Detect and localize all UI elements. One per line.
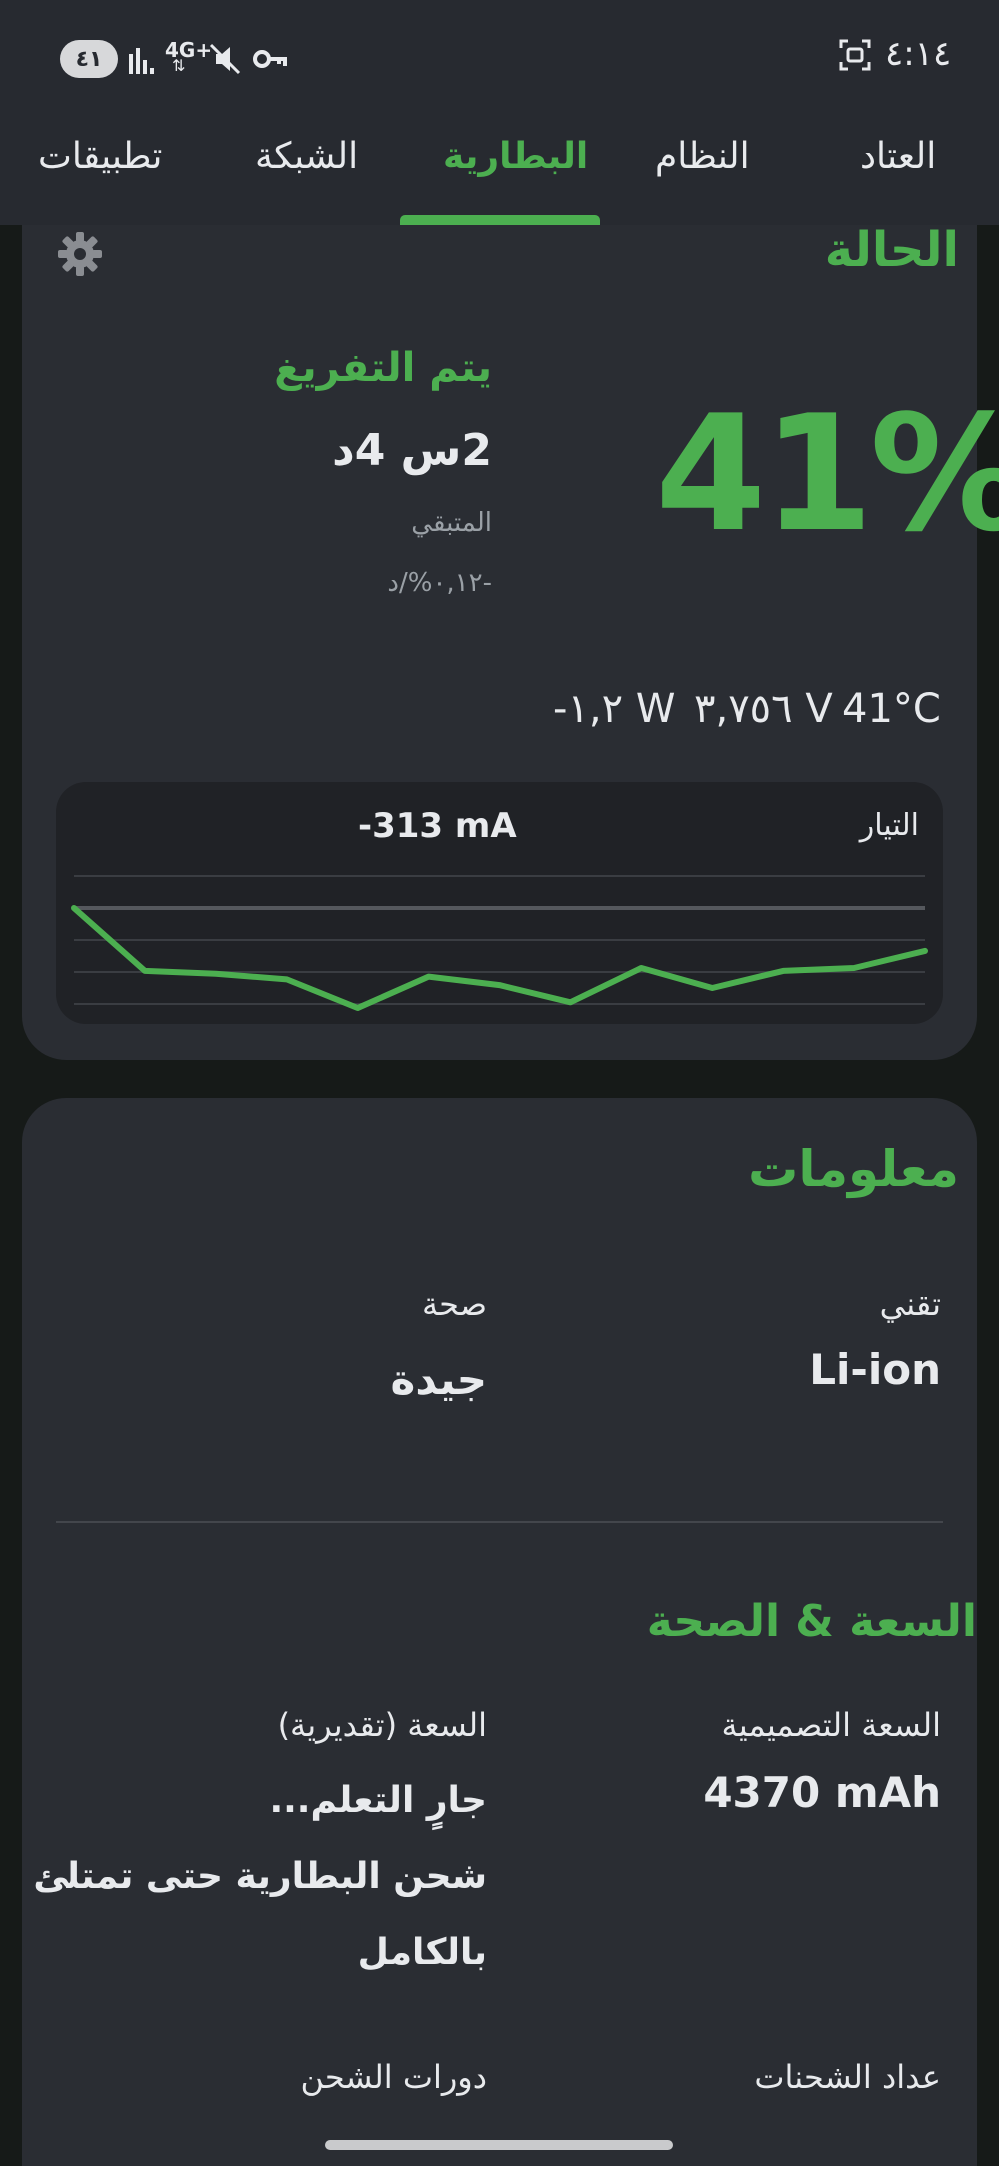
estimated-capacity-label: السعة (تقديرية)	[277, 1706, 487, 1744]
current-chart-label: التيار	[859, 808, 919, 843]
technology-value: Li-ion	[809, 1345, 941, 1394]
charging-state: يتم التفريغ	[274, 345, 492, 391]
status-card-title: الحالة	[824, 222, 959, 278]
health-label: صحة	[422, 1285, 487, 1323]
discharge-rate: -٠,١٢%/د	[387, 568, 492, 598]
design-capacity-label: السعة التصميمية	[721, 1706, 941, 1744]
battery-power: -١,٢ W	[553, 686, 676, 732]
clock: ٤:١٤	[885, 34, 952, 74]
vpn-key-icon	[253, 50, 287, 68]
signal-icon	[129, 48, 154, 74]
charge-cycles-label: دورات الشحن	[300, 2058, 487, 2096]
design-capacity-value: 4370 mAh	[703, 1768, 941, 1817]
remaining-label: المتبقي	[411, 508, 492, 538]
charge-counter-label: عداد الشحنات	[754, 2058, 941, 2096]
health-value: جيدة	[390, 1355, 487, 1404]
info-card-title: معلومات	[748, 1140, 959, 1198]
tab-apps[interactable]: تطبيقات	[38, 136, 162, 177]
gear-icon[interactable]	[56, 230, 104, 278]
battery-voltage: ٣,٧٥٦ V	[694, 686, 833, 732]
estimated-capacity-hint: شحن البطارية حتى تمتلئ	[33, 1856, 487, 1897]
current-line-chart	[71, 875, 928, 1011]
screenshot-icon	[839, 39, 871, 71]
data-activity-icon: ⇅	[172, 56, 186, 75]
remaining-time: 2س 4د	[332, 425, 492, 476]
estimated-capacity-status: جارٍ التعلم...	[269, 1780, 487, 1821]
gesture-nav-handle[interactable]	[325, 2140, 673, 2150]
tab-network[interactable]: الشبكة	[255, 136, 358, 177]
tab-battery[interactable]: البطارية	[443, 136, 588, 177]
battery-temperature: 41°C	[842, 686, 941, 732]
mute-icon	[209, 43, 241, 75]
tab-hardware[interactable]: العتاد	[860, 136, 936, 177]
capacity-section-title: السعة & الصحة	[646, 1596, 977, 1647]
current-chart-value: -313 mA	[358, 806, 517, 846]
section-divider	[56, 1521, 943, 1523]
technology-label: تقني	[879, 1285, 941, 1323]
tab-system[interactable]: النظام	[655, 136, 750, 177]
current-series-line	[71, 905, 928, 1011]
tab-bar: العتاد النظام البطارية الشبكة تطبيقات	[0, 118, 999, 225]
active-tab-indicator	[400, 215, 600, 225]
estimated-capacity-hint-cont: بالكامل	[357, 1932, 487, 1973]
battery-level-indicator: ٤١	[60, 40, 118, 78]
battery-percent: 41%	[655, 380, 999, 567]
